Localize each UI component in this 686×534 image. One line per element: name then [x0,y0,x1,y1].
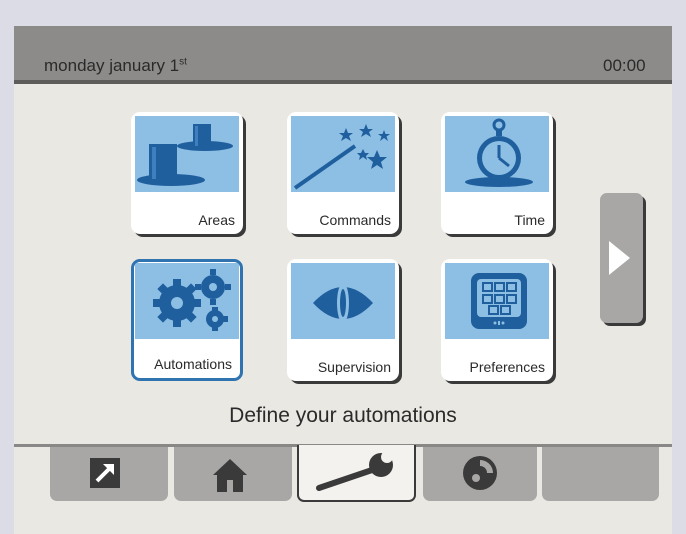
shortcut-arrow-icon [90,458,120,488]
tile-time[interactable]: Time [441,112,553,234]
tab-home[interactable] [174,447,292,501]
tile-label: Automations [154,356,232,372]
date-text: monday january 1 [44,56,180,75]
tab-settings[interactable] [297,445,416,502]
tile-description: Define your automations [229,404,457,427]
wrench-icon [316,451,393,491]
disc-icon [463,456,497,490]
areas-icon [135,116,239,192]
gears-icon [135,263,239,339]
tile-preferences[interactable]: Preferences [441,259,553,381]
tile-automations[interactable]: Automations [131,259,243,381]
home-icon [213,459,247,492]
tile-label: Supervision [317,359,391,375]
tile-supervision[interactable]: Supervision [287,259,399,381]
tile-label: Time [514,212,545,228]
tab-empty[interactable] [542,447,659,501]
tab-shortcuts[interactable] [50,447,168,501]
clock-display: 00:00 [603,56,646,75]
tile-commands[interactable]: Commands [287,112,399,234]
tab-media[interactable] [423,447,537,501]
chevron-right-icon [609,241,630,275]
date-display: monday january 1st [44,56,187,76]
keypad-icon [445,263,549,339]
eye-icon [291,263,395,339]
next-page-button[interactable] [600,193,643,323]
tile-label: Commands [319,212,391,228]
stopwatch-icon [445,116,549,192]
date-suffix: st [179,56,187,68]
tile-areas[interactable]: Areas [131,112,243,234]
tile-label: Areas [198,212,235,228]
magic-wand-icon [291,116,395,192]
tile-label: Preferences [469,359,545,375]
